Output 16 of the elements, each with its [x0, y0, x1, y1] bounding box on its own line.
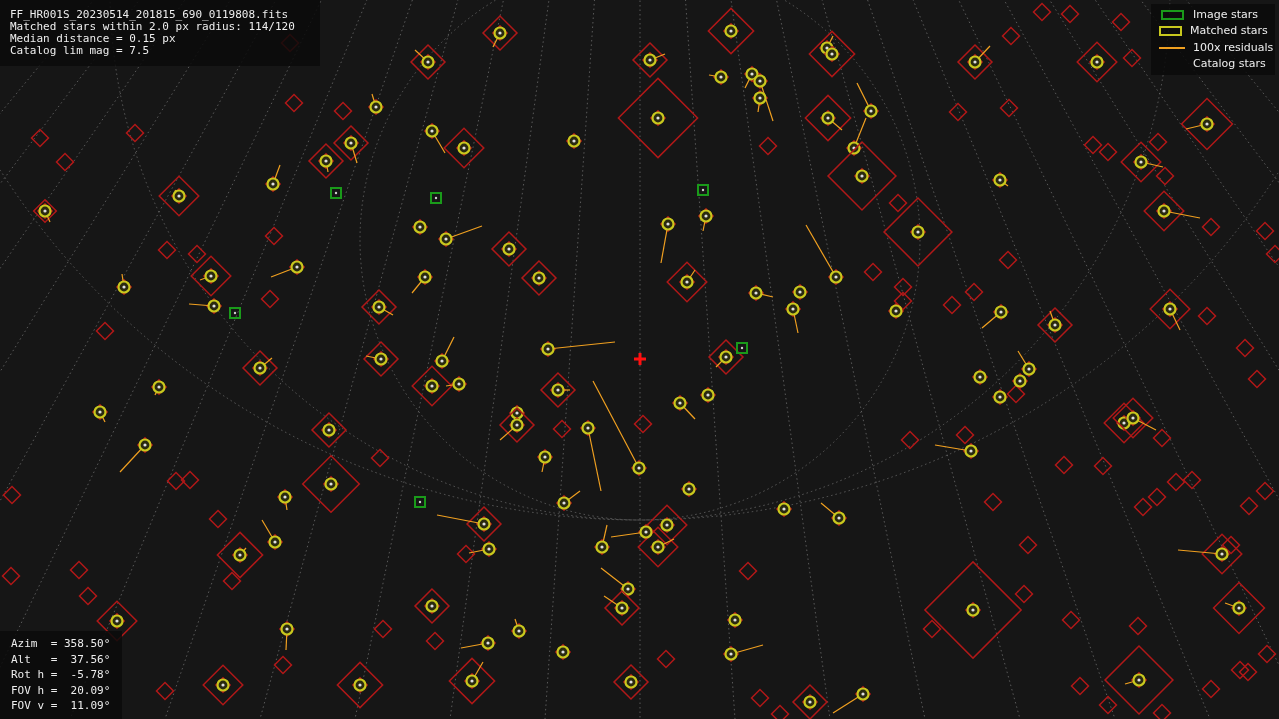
pointing-text: Alt = 37.56°: [11, 651, 111, 667]
pointing-text: Rot h = -5.78°: [11, 667, 111, 683]
info-text: Median distance = 0.15 px: [10, 33, 177, 45]
info-text: Catalog lim mag = 7.5: [10, 45, 151, 57]
pointing-text: FOV h = 20.09°: [11, 682, 111, 698]
legend-label: Image stars: [1193, 6, 1258, 23]
pointing-text: Azim = 358.50°: [11, 636, 111, 652]
legend-label: 100x residuals: [1193, 39, 1274, 56]
legend-label: Matched stars: [1190, 23, 1268, 39]
pointing-text: FOV v = 11.09°: [11, 698, 111, 714]
info-text: FF_HR001S_20230514_201815_690_0119808.fits: [10, 9, 290, 21]
matched-star-swatch: [1159, 26, 1182, 37]
legend-label: Catalog stars: [1193, 56, 1266, 72]
residual-line-swatch: [1159, 46, 1185, 49]
info-text: Matched stars within 2.0 px radius: 114/120: [10, 21, 296, 33]
image-star-swatch: [1160, 9, 1184, 20]
